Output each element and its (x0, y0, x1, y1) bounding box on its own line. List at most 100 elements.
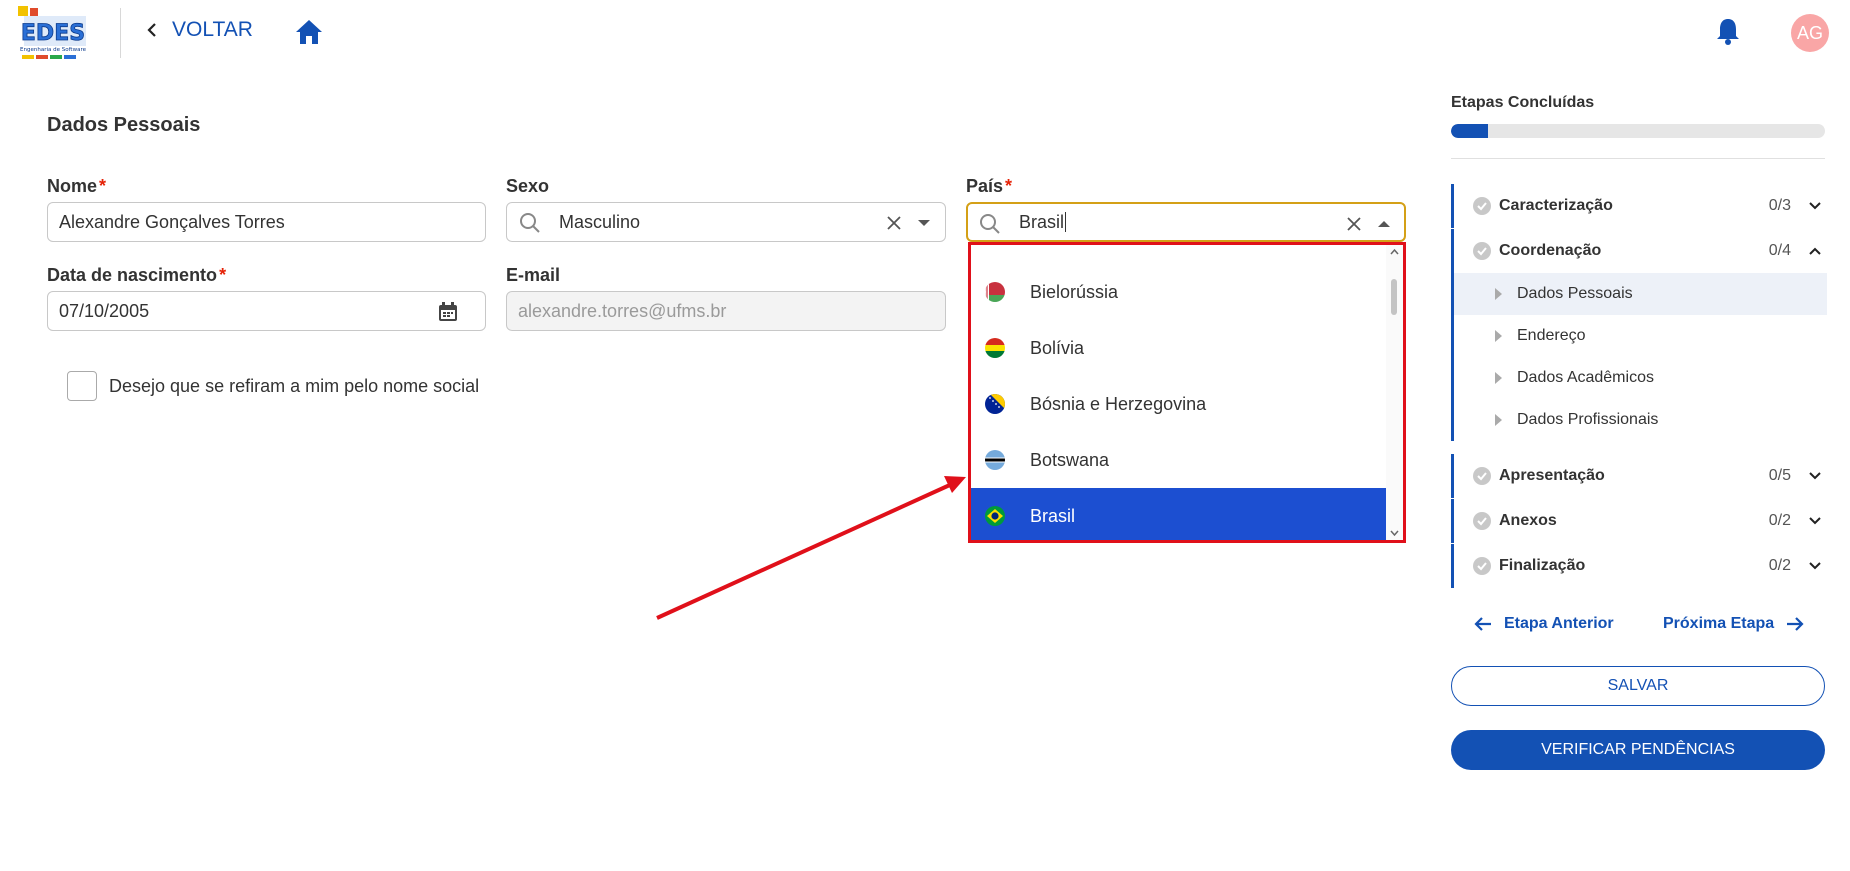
country-option-label: Bósnia e Herzegovina (1030, 393, 1207, 414)
verify-pending-button[interactable]: VERIFICAR PENDÊNCIAS (1451, 730, 1825, 770)
arrow-left-icon (1474, 617, 1491, 631)
stage-name: Finalização (1499, 557, 1586, 574)
nome-social-label: Desejo que se refiram a mim pelo nome so… (109, 375, 480, 396)
caret-right-icon (1495, 414, 1502, 426)
clear-icon[interactable] (1343, 213, 1365, 235)
stage-count: 0/2 (1768, 557, 1791, 574)
country-option-label: Botswana (1030, 449, 1110, 470)
back-button[interactable]: VOLTAR (144, 18, 253, 42)
header-divider (120, 8, 121, 58)
svg-text:Engenharia de Software: Engenharia de Software (20, 47, 87, 53)
stage-apresentacao: Apresentação 0/5 (1451, 454, 1827, 498)
botswana-flag-icon (985, 450, 1005, 470)
pais-label-text: País (966, 176, 1004, 196)
page-title: Dados Pessoais (47, 114, 201, 136)
next-step-button[interactable]: Próxima Etapa (1663, 615, 1804, 633)
chevron-left-icon (147, 23, 156, 37)
scrollbar-thumb[interactable] (1391, 279, 1397, 315)
caret-right-icon (1495, 288, 1502, 300)
nascimento-value: 07/10/2005 (59, 300, 150, 321)
stage-count: 0/3 (1768, 197, 1791, 214)
required-mark: * (219, 265, 227, 285)
progress-bar-fill (1451, 124, 1489, 138)
country-option[interactable]: Bósnia e Herzegovina (971, 376, 1387, 432)
search-icon (520, 213, 540, 233)
text-cursor (1065, 212, 1067, 232)
arrow-right-icon (1787, 617, 1804, 631)
nascimento-input[interactable]: 07/10/2005 (47, 291, 486, 331)
user-avatar[interactable]: AG (1791, 14, 1829, 52)
sexo-value: Masculino (559, 211, 641, 232)
svg-text:EDES: EDES (21, 21, 85, 46)
nome-label: Nome * (47, 176, 106, 197)
chevron-up-icon[interactable] (1807, 243, 1823, 259)
chevron-down-icon[interactable] (1807, 558, 1823, 574)
progress-bar (1451, 124, 1825, 138)
substage-label: Dados Acadêmicos (1517, 369, 1654, 386)
app-header: EDES Engenharia de Software VOLTAR AG (0, 0, 1850, 64)
save-button[interactable]: SALVAR (1451, 666, 1825, 706)
bell-icon[interactable] (1714, 16, 1742, 46)
stage-row[interactable]: Anexos 0/2 (1454, 499, 1827, 543)
pais-select[interactable]: Brasil (966, 202, 1406, 242)
previous-step-button[interactable]: Etapa Anterior (1474, 615, 1614, 633)
substage-label: Endereço (1517, 327, 1586, 344)
caret-up-icon[interactable] (1373, 213, 1395, 235)
stage-anexos: Anexos 0/2 (1451, 499, 1827, 543)
nascimento-label: Data de nascimento * (47, 265, 226, 286)
nome-social-checkbox[interactable] (67, 371, 97, 401)
home-icon[interactable] (294, 18, 324, 46)
chevron-down-icon[interactable] (1807, 198, 1823, 214)
next-step-label: Próxima Etapa (1663, 615, 1775, 632)
nome-input[interactable]: Alexandre Gonçalves Torres (47, 202, 486, 242)
country-option-selected[interactable]: Brasil (971, 488, 1387, 540)
back-button-label: VOLTAR (172, 18, 253, 41)
substage-label: Dados Profissionais (1517, 411, 1659, 428)
scroll-up-icon[interactable] (1390, 248, 1399, 255)
caret-down-icon[interactable] (913, 212, 935, 234)
stage-row[interactable]: Apresentação 0/5 (1454, 454, 1827, 498)
stage-caracterizacao: Caracterização 0/3 (1451, 184, 1827, 228)
stage-name: Coordenação (1499, 242, 1602, 259)
pais-value: Brasil (1019, 211, 1065, 232)
scroll-down-icon[interactable] (1390, 530, 1399, 537)
check-circle-icon (1473, 197, 1491, 215)
caret-right-icon (1495, 372, 1502, 384)
nascimento-label-text: Data de nascimento (47, 265, 218, 285)
search-icon (980, 214, 1000, 234)
stage-name: Anexos (1499, 512, 1557, 529)
clear-icon[interactable] (883, 212, 905, 234)
check-circle-icon (1473, 557, 1491, 575)
stage-row[interactable]: Caracterização 0/3 (1454, 184, 1827, 228)
nome-social-checkbox-row[interactable]: Desejo que se refiram a mim pelo nome so… (67, 371, 479, 401)
substage-dados-academicos[interactable]: Dados Acadêmicos (1454, 357, 1827, 399)
substage-endereco[interactable]: Endereço (1454, 315, 1827, 357)
required-mark: * (99, 176, 107, 196)
country-option[interactable]: Botswana (971, 432, 1387, 488)
check-circle-icon (1473, 512, 1491, 530)
country-option[interactable]: Bolívia (971, 320, 1387, 376)
country-option[interactable]: Bielorússia (971, 264, 1387, 320)
edes-logo[interactable]: EDES Engenharia de Software (16, 4, 90, 62)
calendar-icon[interactable] (437, 301, 459, 323)
chevron-down-icon[interactable] (1807, 513, 1823, 529)
sidebar-divider (1451, 158, 1825, 159)
stage-row[interactable]: Coordenação 0/4 (1454, 229, 1827, 273)
email-value: alexandre.torres@ufms.br (518, 300, 727, 321)
dropdown-scrollbar[interactable] (1386, 245, 1403, 540)
check-circle-icon (1473, 242, 1491, 260)
previous-step-label: Etapa Anterior (1504, 615, 1614, 632)
brazil-flag-icon (985, 506, 1005, 526)
nome-value: Alexandre Gonçalves Torres (59, 211, 285, 232)
progress-title: Etapas Concluídas (1451, 94, 1595, 111)
substage-dados-profissionais[interactable]: Dados Profissionais (1454, 399, 1827, 441)
stage-finalizacao: Finalização 0/2 (1451, 544, 1827, 588)
substage-dados-pessoais[interactable]: Dados Pessoais (1454, 273, 1827, 315)
sexo-label: Sexo (506, 176, 549, 197)
sexo-select[interactable]: Masculino (506, 202, 946, 242)
stage-count: 0/5 (1768, 467, 1791, 484)
chevron-down-icon[interactable] (1807, 468, 1823, 484)
stage-coordenacao: Coordenação 0/4 Dados Pessoais Endereço … (1451, 229, 1827, 441)
stage-row[interactable]: Finalização 0/2 (1454, 544, 1827, 588)
stage-name: Apresentação (1499, 467, 1605, 484)
